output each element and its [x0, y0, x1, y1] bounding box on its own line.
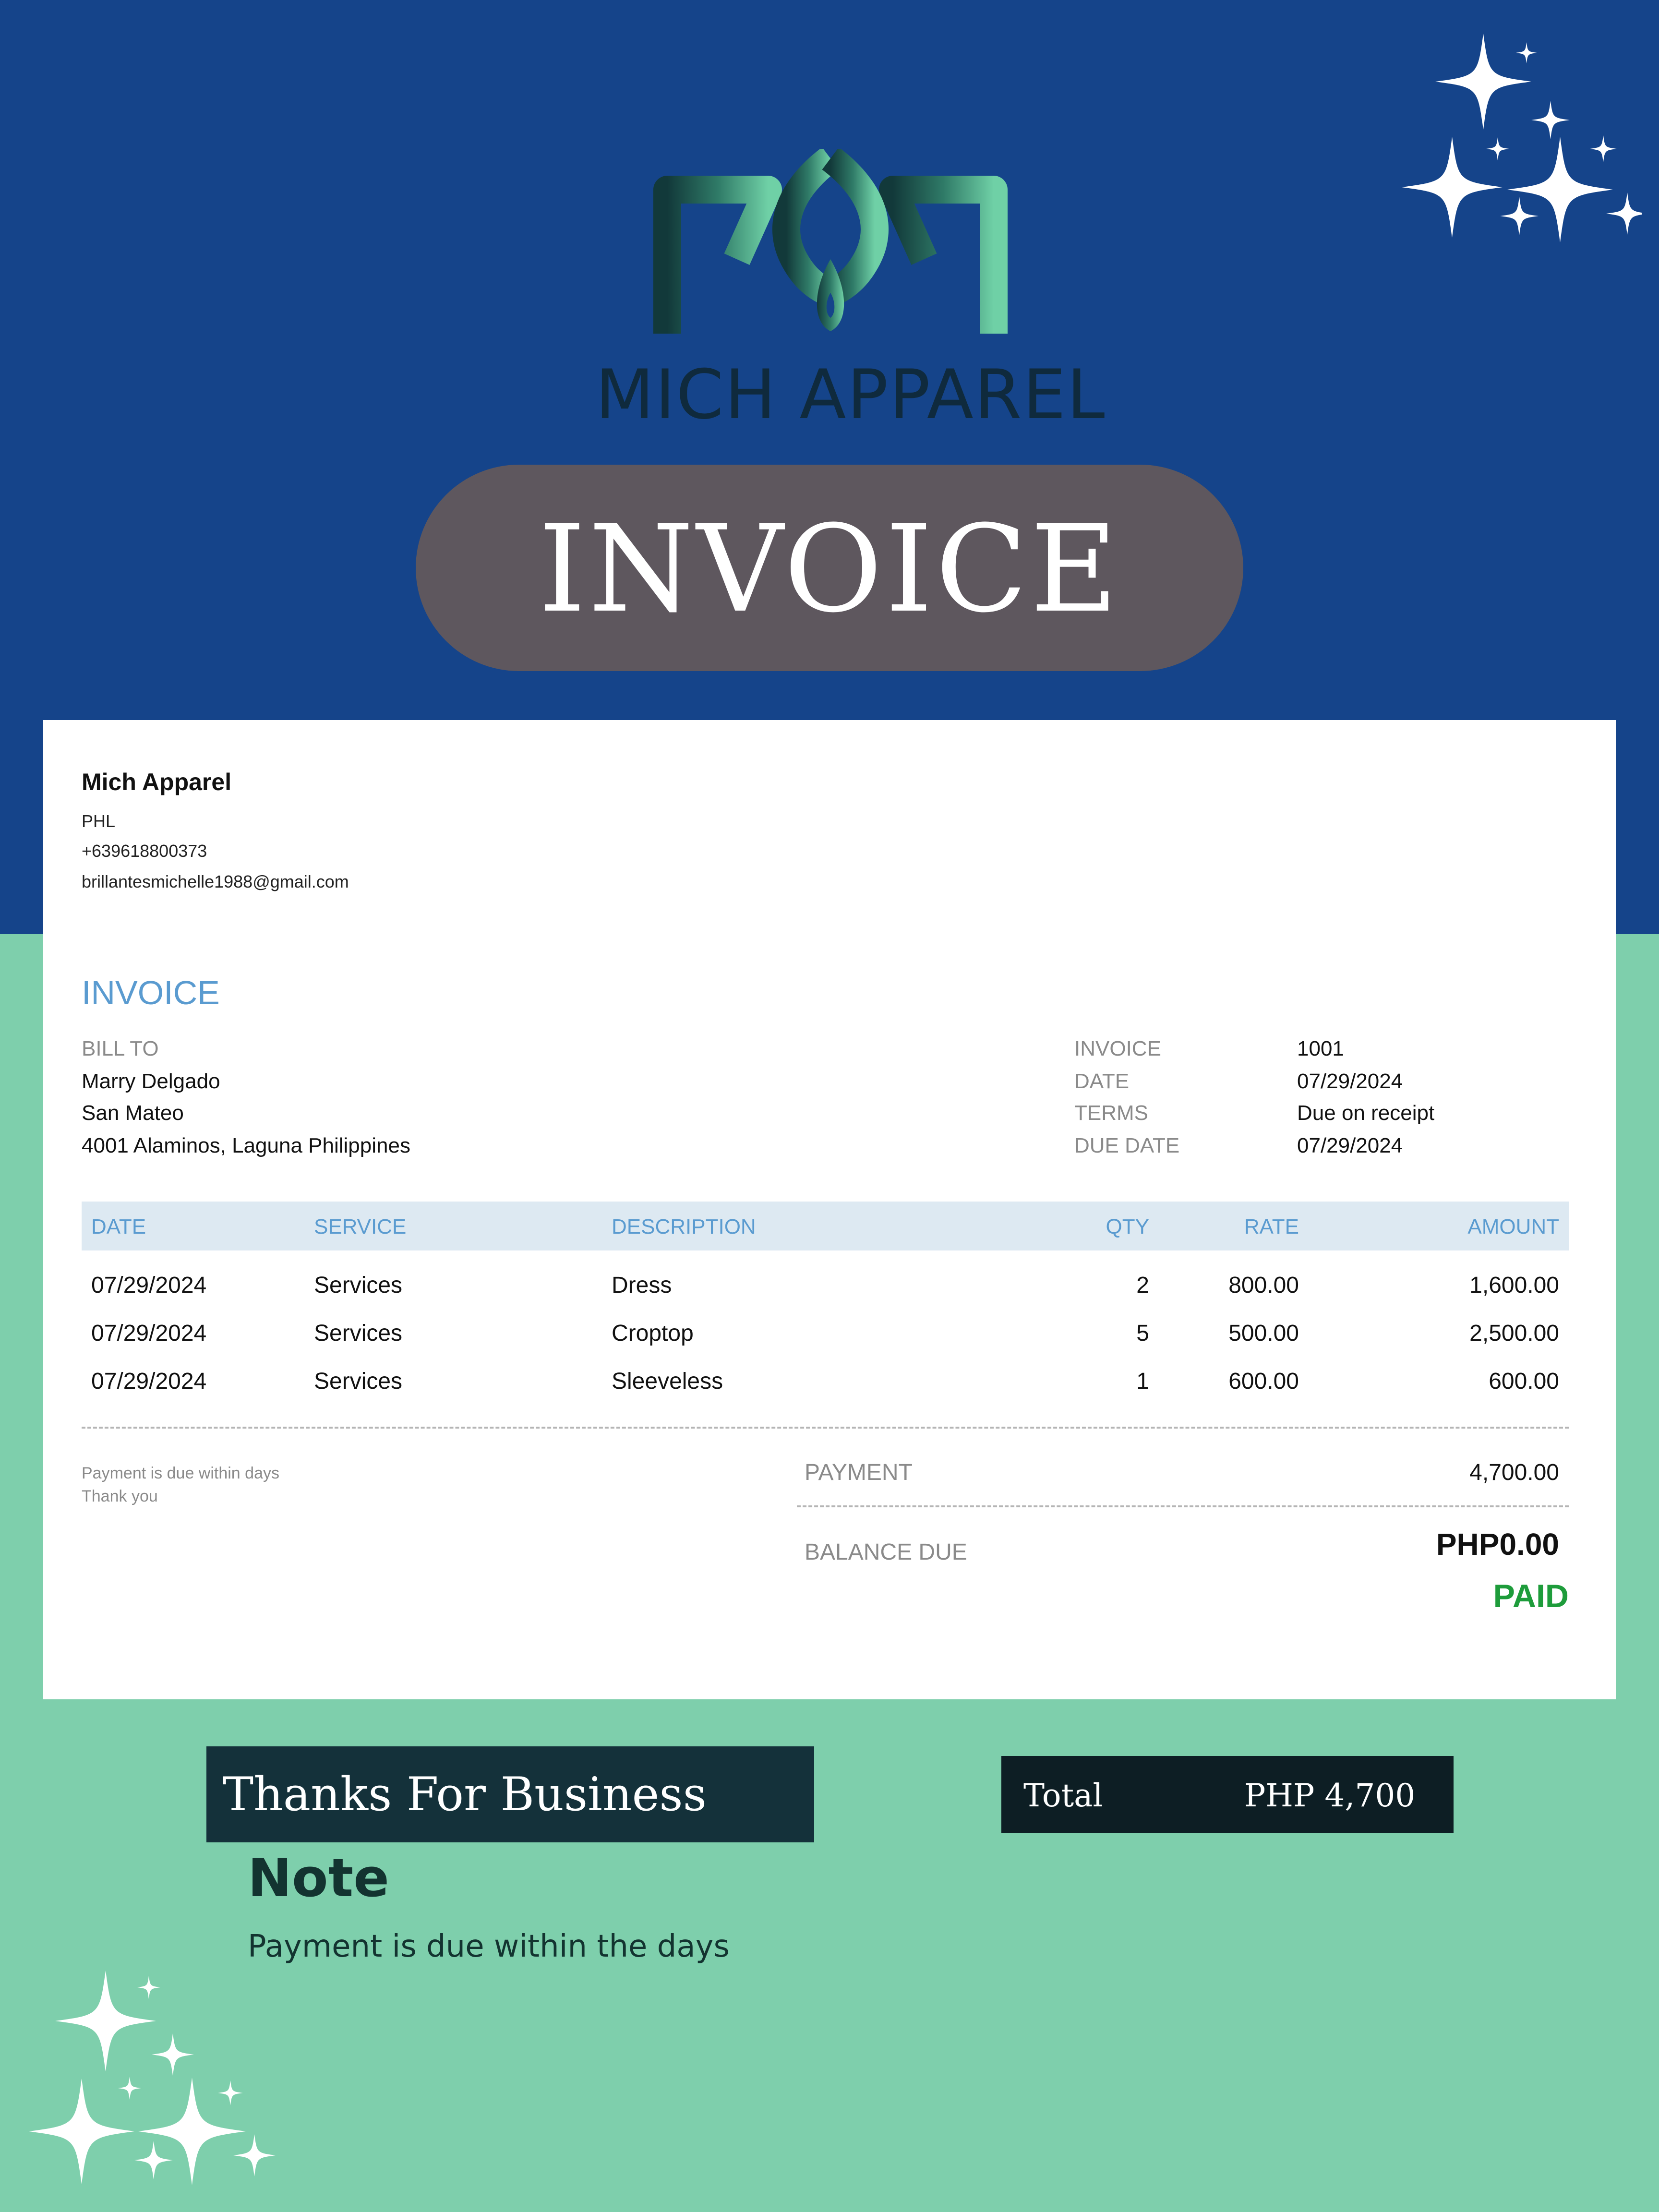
note-text: Payment is due within the days — [248, 1929, 730, 1964]
note-title: Note — [248, 1847, 389, 1909]
bill-to-name: Marry Delgado — [82, 1070, 220, 1093]
cell-rate: 800.00 — [1228, 1273, 1299, 1298]
meta-terms-value: Due on receipt — [1297, 1101, 1435, 1125]
total-value: PHP 4,700 — [1244, 1777, 1416, 1814]
payment-value: 4,700.00 — [1469, 1460, 1559, 1485]
column-header-amount: AMOUNT — [1467, 1215, 1559, 1238]
total-label: Total — [1023, 1777, 1103, 1814]
cell-service: Services — [314, 1273, 403, 1298]
meta-invoice-value: 1001 — [1297, 1037, 1344, 1060]
brand-name: MICH APPAREL — [595, 355, 1106, 434]
cell-qty: 2 — [1136, 1273, 1149, 1298]
meta-date-value: 07/29/2024 — [1297, 1070, 1403, 1093]
invoice-heading: INVOICE — [82, 974, 220, 1011]
cell-qty: 1 — [1136, 1369, 1149, 1394]
company-name: Mich Apparel — [82, 769, 232, 795]
meta-due-date-label: DUE DATE — [1074, 1134, 1180, 1157]
cell-service: Services — [314, 1369, 403, 1394]
meta-terms-label: TERMS — [1074, 1101, 1148, 1125]
company-country: PHL — [82, 811, 116, 831]
cell-qty: 5 — [1136, 1321, 1149, 1346]
cell-description: Dress — [612, 1273, 672, 1298]
sparkles-top-right — [1392, 29, 1642, 250]
meta-due-date-value: 07/29/2024 — [1297, 1134, 1403, 1157]
total-box: Total PHP 4,700 — [1001, 1756, 1454, 1833]
cell-amount: 2,500.00 — [1469, 1321, 1559, 1346]
cell-rate: 600.00 — [1228, 1369, 1299, 1394]
table-header: DATE SERVICE DESCRIPTION QTY RATE AMOUNT — [82, 1202, 1569, 1250]
sparkles-bottom-left — [29, 1959, 288, 2189]
bill-to-street: San Mateo — [82, 1101, 184, 1125]
invoice-banner-title: INVOICE — [538, 499, 1121, 639]
meta-invoice-label: INVOICE — [1074, 1037, 1161, 1060]
cell-date: 07/29/2024 — [91, 1321, 207, 1346]
column-header-qty: QTY — [1106, 1215, 1149, 1238]
invoice-banner: INVOICE — [416, 465, 1243, 671]
column-header-rate: RATE — [1244, 1215, 1299, 1238]
cell-service: Services — [314, 1321, 403, 1346]
bill-to-city: 4001 Alaminos, Laguna Philippines — [82, 1134, 410, 1157]
column-header-description: DESCRIPTION — [612, 1215, 756, 1238]
cell-rate: 500.00 — [1228, 1321, 1299, 1346]
footer-note-line-2: Thank you — [82, 1487, 158, 1505]
bill-to-label: BILL TO — [82, 1037, 159, 1060]
cell-amount: 600.00 — [1489, 1369, 1559, 1394]
table-divider — [82, 1427, 1569, 1429]
invoice-document: Mich Apparel PHL +639618800373 brillante… — [43, 720, 1616, 1699]
cell-description: Croptop — [612, 1321, 694, 1346]
thanks-text: Thanks For Business — [223, 1767, 707, 1821]
cell-date: 07/29/2024 — [91, 1369, 207, 1394]
cell-description: Sleeveless — [612, 1369, 723, 1394]
paid-status-badge: PAID — [1493, 1578, 1569, 1614]
cell-date: 07/29/2024 — [91, 1273, 207, 1298]
column-header-service: SERVICE — [314, 1215, 407, 1238]
company-phone: +639618800373 — [82, 841, 207, 861]
balance-due-label: BALANCE DUE — [805, 1539, 967, 1565]
column-header-date: DATE — [91, 1215, 146, 1238]
footer-note-line-1: Payment is due within days — [82, 1464, 279, 1482]
meta-date-label: DATE — [1074, 1070, 1130, 1093]
company-email: brillantesmichelle1988@gmail.com — [82, 872, 349, 891]
brand-logo — [653, 147, 1008, 341]
thanks-banner: Thanks For Business — [206, 1746, 814, 1842]
payment-label: PAYMENT — [805, 1460, 913, 1485]
balance-due-value: PHP0.00 — [1436, 1527, 1559, 1562]
summary-divider — [797, 1505, 1569, 1507]
cell-amount: 1,600.00 — [1469, 1273, 1559, 1298]
